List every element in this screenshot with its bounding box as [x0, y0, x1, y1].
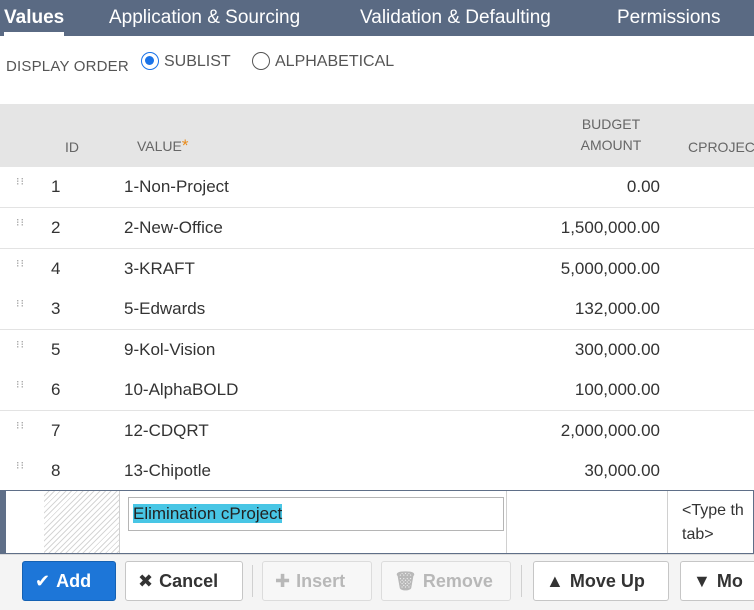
tab-permissions[interactable]: Permissions: [617, 0, 720, 36]
checkmark-icon: ✔: [35, 571, 51, 591]
table-row[interactable]: ⁝⁝ 7 12-CDQRT 2,000,000.00: [0, 411, 754, 452]
column-header-budget-amount[interactable]: BUDGET AMOUNT: [576, 114, 646, 156]
column-header-budget-line2: AMOUNT: [580, 137, 642, 153]
tab-application-sourcing-label: Application & Sourcing: [109, 7, 301, 28]
row-budget: 2,000,000.00: [560, 421, 660, 440]
row-id: 3: [51, 299, 61, 318]
cproject-hint-line1: <Type th: [682, 502, 744, 519]
row-budget: 1,500,000.00: [560, 218, 660, 237]
budget-amount-input[interactable]: [508, 491, 666, 553]
drag-handle-icon[interactable]: ⁝⁝: [16, 299, 26, 318]
row-value: 1-Non-Project: [124, 177, 229, 196]
value-input-text: Elimination cProject: [133, 504, 283, 523]
row-action-toolbar: ✔ Add ✖ Cancel ✚ Insert 🗑 Remove ▲ Move Up ▼ M…: [0, 554, 754, 610]
drag-handle-icon[interactable]: ⁝⁝: [16, 461, 26, 480]
cproject-hint-line2: tab>: [682, 526, 714, 543]
column-header-budget-line1: BUDGET: [581, 116, 641, 132]
table-row[interactable]: ⁝⁝ 8 13-Chipotle 30,000.00: [0, 451, 754, 492]
table-row[interactable]: ⁝⁝ 6 10-AlphaBOLD 100,000.00: [0, 370, 754, 411]
plus-icon: ✚: [275, 571, 291, 591]
row-value: 9-Kol-Vision: [124, 340, 216, 359]
arrow-down-icon: ▼: [693, 571, 711, 591]
row-id: 8: [51, 461, 61, 480]
add-button-label: Add: [56, 571, 92, 591]
alphabetical-radio-label[interactable]: ALPHABETICAL: [275, 52, 394, 72]
drag-handle-icon[interactable]: ⁝⁝: [16, 340, 26, 359]
insert-button[interactable]: ✚ Insert: [262, 561, 372, 601]
drag-handle-icon[interactable]: ⁝⁝: [16, 259, 26, 278]
row-value: 2-New-Office: [124, 218, 223, 237]
column-header-id[interactable]: ID: [65, 137, 79, 158]
drag-handle-icon[interactable]: ⁝⁝: [16, 380, 26, 399]
id-cell-disabled: [44, 491, 120, 553]
tab-validation-defaulting[interactable]: Validation & Defaulting: [360, 0, 551, 36]
arrow-up-icon: ▲: [546, 571, 564, 591]
row-value: 10-AlphaBOLD: [124, 380, 239, 399]
row-value: 3-KRAFT: [124, 259, 195, 278]
alphabetical-radio[interactable]: [252, 52, 270, 70]
remove-button[interactable]: 🗑 Remove: [381, 561, 511, 601]
row-value: 12-CDQRT: [124, 421, 209, 440]
row-budget: 100,000.00: [574, 380, 660, 399]
row-budget: 0.00: [626, 177, 660, 196]
toolbar-divider: [521, 565, 522, 597]
tab-values[interactable]: Values: [4, 0, 65, 36]
tab-application-sourcing[interactable]: Application & Sourcing: [109, 0, 300, 36]
move-down-button[interactable]: ▼ Mo: [680, 561, 754, 601]
tab-validation-defaulting-label: Validation & Defaulting: [360, 7, 551, 28]
cell-divider: [667, 491, 668, 553]
cproject-hint[interactable]: <Type th tab>: [682, 499, 754, 547]
cell-divider: [506, 491, 507, 553]
drag-handle-icon[interactable]: ⁝⁝: [16, 177, 26, 196]
table-row[interactable]: ⁝⁝ 5 9-Kol-Vision 300,000.00: [0, 330, 754, 371]
column-header-value-label: VALUE: [137, 138, 182, 154]
move-down-button-label: Mo: [716, 571, 743, 591]
table-header: ID VALUE* BUDGET AMOUNT CPROJEC: [0, 104, 754, 167]
insert-button-label: Insert: [296, 571, 346, 591]
row-id: 5: [51, 340, 61, 359]
move-up-button[interactable]: ▲ Move Up: [533, 561, 669, 601]
row-id: 6: [51, 380, 61, 399]
drag-handle-icon[interactable]: ⁝⁝: [16, 421, 26, 440]
drag-handle-icon[interactable]: ⁝⁝: [16, 218, 26, 237]
close-icon: ✖: [138, 571, 154, 591]
value-input[interactable]: Elimination cProject: [128, 497, 504, 531]
column-header-value[interactable]: VALUE*: [137, 135, 189, 157]
row-id: 2: [51, 218, 61, 237]
column-header-cproject[interactable]: CPROJEC: [688, 137, 754, 158]
cancel-button[interactable]: ✖ Cancel: [125, 561, 243, 601]
table-row[interactable]: ⁝⁝ 4 3-KRAFT 5,000,000.00: [0, 249, 754, 290]
display-order-label: DISPLAY ORDER: [6, 58, 129, 75]
row-id: 4: [51, 259, 61, 278]
row-budget: 132,000.00: [574, 299, 660, 318]
sublist-radio[interactable]: [141, 52, 159, 70]
row-value: 5-Edwards: [124, 299, 206, 318]
move-up-button-label: Move Up: [569, 571, 645, 591]
cancel-button-label: Cancel: [159, 571, 219, 591]
row-value: 13-Chipotle: [124, 461, 211, 480]
row-budget: 30,000.00: [584, 461, 660, 480]
table-row[interactable]: ⁝⁝ 2 2-New-Office 1,500,000.00: [0, 208, 754, 249]
tab-permissions-label: Permissions: [617, 7, 721, 28]
new-row-editor: Elimination cProject <Type th tab>: [0, 490, 754, 554]
add-button[interactable]: ✔ Add: [22, 561, 116, 601]
remove-button-label: Remove: [422, 571, 493, 591]
row-id: 7: [51, 421, 61, 440]
row-budget: 300,000.00: [574, 340, 660, 359]
tab-values-label: Values: [4, 7, 65, 28]
sublist-radio-label[interactable]: SUBLIST: [164, 52, 231, 72]
table-row[interactable]: ⁝⁝ 1 1-Non-Project 0.00: [0, 167, 754, 208]
trash-icon: 🗑: [394, 571, 417, 591]
table-row[interactable]: ⁝⁝ 3 5-Edwards 132,000.00: [0, 289, 754, 330]
toolbar-divider: [252, 565, 253, 597]
required-star-icon: *: [181, 136, 189, 155]
subtab-bar: Values Application & Sourcing Validation…: [0, 0, 754, 36]
row-budget: 5,000,000.00: [560, 259, 660, 278]
row-id: 1: [51, 177, 61, 196]
